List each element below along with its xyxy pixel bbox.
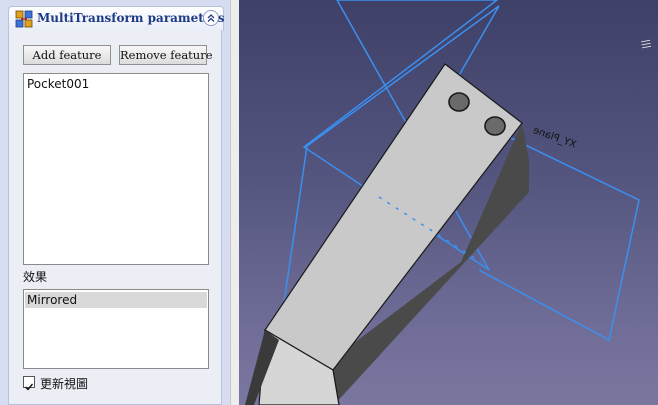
panel-splitter[interactable] [230, 0, 239, 405]
feature-list[interactable]: Pocket001 [23, 73, 209, 265]
checkmark-icon [25, 383, 34, 391]
remove-feature-button[interactable]: Remove feature [119, 45, 213, 65]
axis-label-fragment: ||| [640, 39, 651, 50]
collapse-button[interactable] [203, 10, 219, 26]
list-item[interactable]: Mirrored [25, 292, 207, 308]
list-item[interactable]: Pocket001 [27, 76, 89, 92]
xy-plane-label: XY_Plane [531, 125, 577, 151]
3d-viewport[interactable]: XY_Plane ||| [239, 0, 658, 405]
panel-title: MultiTransform parameters [37, 11, 225, 25]
add-feature-button[interactable]: Add feature [23, 45, 111, 65]
effects-label: 效果 [23, 270, 48, 284]
pocket-hole-mirrored [484, 116, 506, 136]
double-chevron-up-icon [207, 14, 215, 22]
multitransform-icon [15, 10, 33, 28]
freecad-window: MultiTransform parameters Add feature Re… [0, 0, 658, 405]
transformation-list[interactable]: Mirrored [23, 289, 209, 369]
task-panel: MultiTransform parameters Add feature Re… [0, 0, 230, 405]
update-view-label: 更新視圖 [40, 377, 89, 391]
update-view-checkbox[interactable] [23, 376, 35, 391]
panel-body: Add feature Remove feature Pocket001 效果 … [8, 30, 222, 405]
panel-header[interactable]: MultiTransform parameters [8, 6, 225, 31]
pocket-hole [448, 92, 470, 112]
scene: XY_Plane ||| [245, 0, 651, 405]
